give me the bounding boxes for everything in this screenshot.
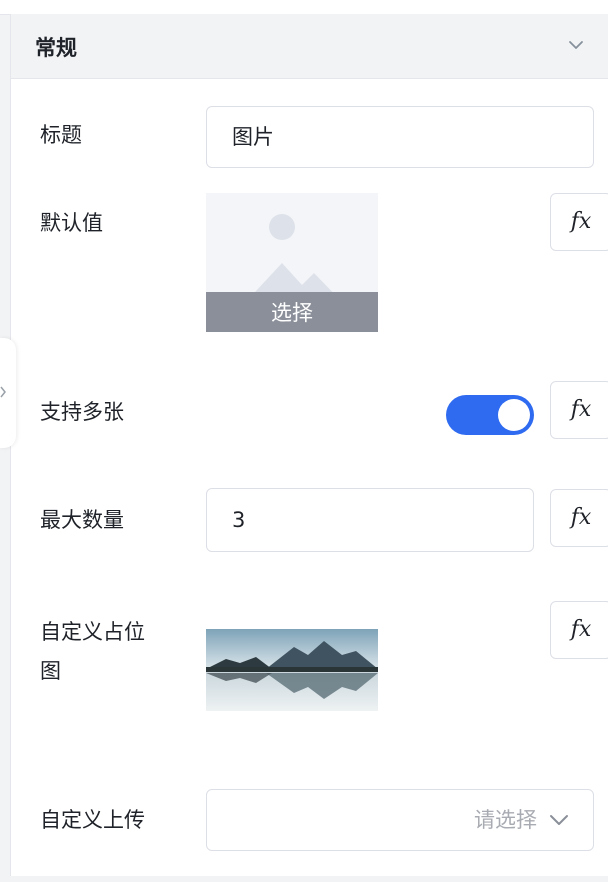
custom-upload-select[interactable]: 请选择	[206, 789, 594, 851]
choose-image-button[interactable]: 选择	[206, 292, 378, 332]
placeholder-image-fx-button[interactable]: fx	[550, 601, 608, 659]
section-header-general[interactable]: 常规	[11, 14, 608, 79]
max-count-fx-button[interactable]: fx	[550, 489, 608, 547]
custom-upload-label: 自定义上传	[40, 808, 145, 832]
chevron-down-icon	[550, 815, 568, 825]
multiple-label: 支持多张	[40, 400, 124, 424]
default-value-fx-button[interactable]: fx	[550, 193, 608, 251]
multiple-fx-button[interactable]: fx	[550, 381, 608, 439]
placeholder-image-label-line2: 图	[40, 659, 61, 683]
max-count-label: 最大数量	[40, 508, 124, 532]
chevron-right-icon	[0, 386, 6, 398]
max-count-value: 3	[232, 508, 246, 532]
placeholder-image-thumbnail[interactable]	[206, 629, 378, 711]
section-title: 常规	[35, 36, 77, 60]
toggle-knob	[498, 399, 530, 431]
title-input-value: 图片	[232, 125, 274, 149]
title-label: 标题	[40, 123, 82, 147]
chevron-down-icon[interactable]	[567, 36, 585, 54]
top-strip	[0, 0, 608, 15]
title-input[interactable]: 图片	[206, 106, 594, 168]
max-count-input[interactable]: 3	[206, 488, 534, 552]
custom-upload-placeholder: 请选择	[474, 808, 537, 832]
landscape-photo	[206, 629, 378, 711]
placeholder-image-label-line1: 自定义占位	[40, 620, 145, 644]
multiple-toggle[interactable]	[446, 395, 534, 435]
side-collapse-tab[interactable]	[0, 338, 16, 448]
default-value-label: 默认值	[40, 211, 103, 235]
default-image-picker[interactable]: 选择	[206, 193, 378, 332]
